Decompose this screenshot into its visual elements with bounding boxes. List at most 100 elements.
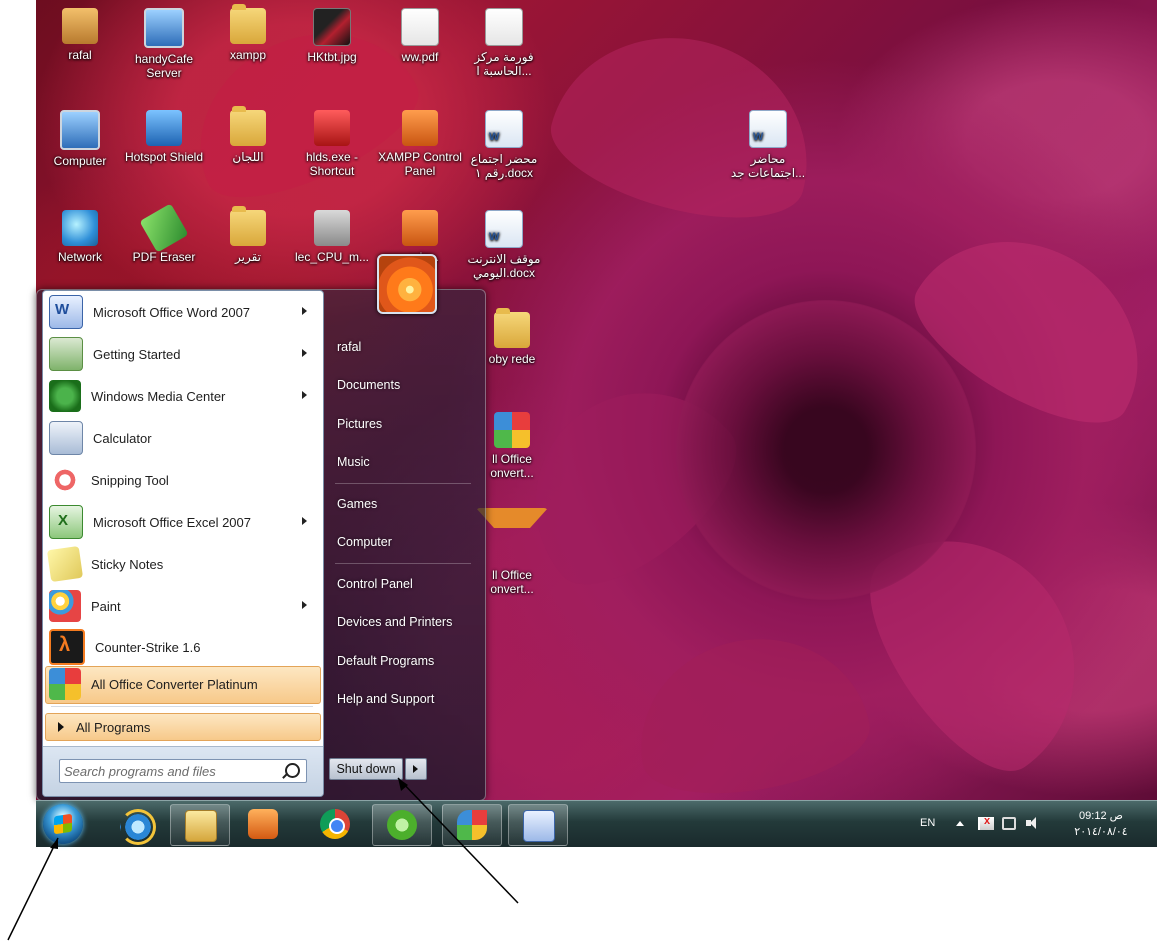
- volume-icon[interactable]: [1026, 817, 1040, 830]
- wallpaper-petal: [624, 621, 878, 803]
- desktop-icon-label: ww.pdf: [401, 50, 439, 64]
- submenu-arrow-icon[interactable]: [302, 349, 307, 357]
- place-help-support[interactable]: Help and Support: [331, 685, 487, 713]
- start-item-label: Microsoft Office Word 2007: [93, 304, 251, 320]
- internet-explorer-icon: [120, 809, 156, 845]
- submenu-arrow-icon[interactable]: [302, 307, 307, 315]
- start-item-calculator[interactable]: Calculator: [49, 419, 317, 457]
- desktop-icon[interactable]: موقف الانترنت اليومي.docx: [462, 210, 546, 280]
- desktop-icon[interactable]: فورمة مركز الحاسبة ا...: [462, 8, 546, 78]
- start-item-snipping-tool[interactable]: Snipping Tool: [49, 461, 317, 499]
- taskbar-button[interactable]: [170, 804, 230, 846]
- clock-date[interactable]: ٢٠١٤/٠٨/٠٤: [1066, 825, 1136, 838]
- user-picture[interactable]: [377, 254, 437, 314]
- desktop-icon[interactable]: handyCafe Server: [122, 8, 206, 80]
- start-item-word[interactable]: Microsoft Office Word 2007: [49, 293, 317, 331]
- taskbar-button[interactable]: [372, 804, 432, 846]
- xampp-icon: [402, 110, 438, 146]
- desktop-icon-label: Hotspot Shield: [124, 150, 204, 164]
- desktop-icon[interactable]: rafal: [38, 8, 122, 62]
- desktop-icon[interactable]: hlds.exe - Shortcut: [290, 110, 374, 178]
- desktop-icon[interactable]: PDF Eraser: [122, 203, 206, 264]
- desktop-icon[interactable]: محاضر اجتماعات جد...: [726, 110, 810, 180]
- start-item-media-center[interactable]: Windows Media Center: [49, 377, 317, 415]
- taskbar-button[interactable]: [442, 804, 502, 846]
- desktop-icon-label: rafal: [68, 48, 92, 62]
- taskbar-button[interactable]: [306, 804, 364, 844]
- folder-icon: [230, 206, 266, 246]
- shutdown-options-button[interactable]: [405, 758, 427, 780]
- hlds-shortcut-icon: [314, 110, 350, 146]
- desktop-icon[interactable]: ww.pdf: [378, 8, 462, 64]
- desktop-icon-label: XAMPP Control Panel: [378, 150, 462, 178]
- place-devices-printers[interactable]: Devices and Printers: [331, 608, 487, 636]
- start-item-label: Paint: [91, 598, 121, 614]
- xampp-icon: [402, 210, 438, 246]
- desktop-icon[interactable]: lec_CPU_m...: [290, 210, 374, 264]
- word-document-icon: [485, 210, 523, 248]
- submenu-arrow-icon[interactable]: [302, 517, 307, 525]
- submenu-arrow-icon[interactable]: [302, 391, 307, 399]
- taskbar-button[interactable]: [106, 804, 164, 845]
- place-documents[interactable]: Documents: [331, 371, 487, 399]
- place-games[interactable]: Games: [331, 490, 487, 518]
- show-hidden-icons-icon[interactable]: [956, 821, 964, 826]
- desktop-icon-label: اللجان: [232, 150, 264, 164]
- start-item-counter-strike[interactable]: Counter-Strike 1.6: [49, 628, 317, 666]
- desktop-icon[interactable]: Hotspot Shield: [122, 110, 206, 164]
- desktop-icon-label: ll Office onvert...: [490, 568, 534, 596]
- menu-separator: [335, 483, 471, 484]
- desktop-icon-label: HKtbt.jpg: [307, 50, 357, 64]
- start-item-excel[interactable]: Microsoft Office Excel 2007: [49, 503, 317, 541]
- place-default-programs[interactable]: Default Programs: [331, 647, 487, 675]
- shutdown-button[interactable]: Shut down: [329, 758, 403, 780]
- start-button[interactable]: [43, 804, 83, 844]
- place-music[interactable]: Music: [331, 448, 487, 476]
- desktop-icon[interactable]: محضر اجتماع رقم ١.docx: [462, 110, 546, 180]
- image-file-icon: [313, 8, 351, 46]
- place-user[interactable]: rafal: [331, 333, 487, 361]
- place-control-panel[interactable]: Control Panel: [331, 570, 487, 598]
- start-item-sticky-notes[interactable]: Sticky Notes: [46, 545, 317, 583]
- search-input[interactable]: [64, 762, 274, 780]
- all-programs-button[interactable]: All Programs: [45, 713, 321, 741]
- wallpaper-flower-center: [676, 300, 976, 600]
- desktop-icon[interactable]: اللجان: [206, 106, 290, 164]
- desktop-icon[interactable]: HKtbt.jpg: [290, 8, 374, 64]
- start-item-paint[interactable]: Paint: [49, 587, 317, 625]
- place-computer[interactable]: Computer: [331, 528, 487, 556]
- network-icon: [62, 210, 98, 246]
- taskbar: EN 09:12 ص ٢٠١٤/٠٨/٠٤: [36, 800, 1157, 847]
- place-label: Pictures: [337, 417, 383, 431]
- desktop-icon[interactable]: تقرير: [206, 206, 290, 264]
- desktop-icon[interactable]: xampp: [206, 4, 290, 62]
- desktop-icon[interactable]: Computer: [38, 110, 122, 168]
- place-pictures[interactable]: Pictures: [331, 410, 487, 438]
- folder-icon: [494, 308, 530, 348]
- language-indicator[interactable]: EN: [920, 817, 935, 829]
- submenu-arrow-icon[interactable]: [302, 601, 307, 609]
- search-icon[interactable]: [285, 763, 300, 778]
- network-tray-icon[interactable]: [1002, 817, 1016, 830]
- desktop-icon-label: Computer: [53, 154, 107, 168]
- getting-started-icon: [49, 337, 83, 371]
- action-center-flag-icon[interactable]: [978, 815, 994, 830]
- desktop-icon-label: hlds.exe - Shortcut: [305, 150, 359, 178]
- document-icon: [485, 8, 523, 46]
- office-converter-icon: [457, 810, 487, 840]
- start-item-office-converter[interactable]: All Office Converter Platinum: [49, 665, 317, 703]
- desktop-icon-label: محاضر اجتماعات جد...: [730, 152, 806, 180]
- word-document-icon: [485, 110, 523, 148]
- start-item-label: All Office Converter Platinum: [91, 676, 258, 692]
- taskbar-button[interactable]: [234, 804, 292, 844]
- media-center-icon: [49, 380, 81, 412]
- search-box[interactable]: [59, 759, 307, 783]
- clock-time[interactable]: 09:12 ص: [1066, 809, 1136, 822]
- start-item-label: Getting Started: [93, 346, 181, 362]
- desktop-icon-label: محضر اجتماع رقم ١.docx: [470, 152, 538, 180]
- desktop-icon[interactable]: Network: [38, 210, 122, 264]
- taskbar-button[interactable]: [508, 804, 568, 846]
- start-item-getting-started[interactable]: Getting Started: [49, 335, 317, 373]
- desktop-icon-label: PDF Eraser: [132, 250, 196, 264]
- desktop-icon[interactable]: XAMPP Control Panel: [378, 110, 462, 178]
